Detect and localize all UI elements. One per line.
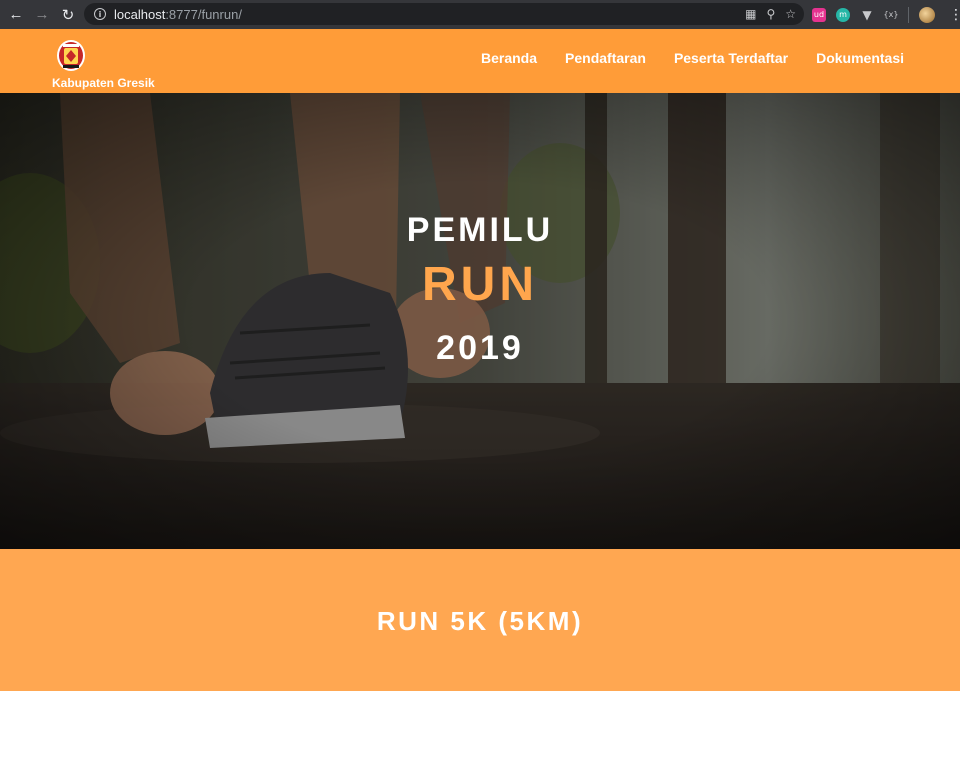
hero-line-year: 2019 (436, 329, 524, 367)
browser-toolbar: ← → ↻ i localhost:8777/funrun/ ▦ ⚲ ☆ ud … (0, 0, 960, 29)
nav-peserta-terdaftar[interactable]: Peserta Terdaftar (674, 50, 788, 66)
url-host: localhost (114, 6, 166, 22)
main-menu: Beranda Pendaftaran Peserta Terdaftar Do… (481, 29, 904, 87)
nav-dokumentasi[interactable]: Dokumentasi (816, 50, 904, 66)
translate-icon[interactable]: ▦ (745, 7, 756, 21)
info-icon[interactable]: i (94, 8, 106, 20)
hero-heading: PEMILU RUN 2019 (0, 93, 960, 549)
url-path: :8777/funrun/ (165, 6, 242, 22)
nav-beranda[interactable]: Beranda (481, 50, 537, 66)
extension-vue-icon[interactable]: ▼ (860, 8, 874, 22)
hero-section: PEMILU RUN 2019 (0, 93, 960, 549)
url-text[interactable]: localhost:8777/funrun/ (114, 7, 242, 22)
brand-name[interactable]: Kabupaten Gresik (52, 76, 155, 90)
extension-ud-icon[interactable]: ud (812, 7, 826, 22)
nav-pendaftaran[interactable]: Pendaftaran (565, 50, 646, 66)
avatar[interactable] (919, 6, 935, 23)
section-title: RUN 5K (5KM) (376, 606, 584, 636)
menu-dots-icon[interactable]: ⋮ (949, 7, 960, 23)
address-bar[interactable]: i localhost:8777/funrun/ ▦ ⚲ ☆ (84, 3, 804, 25)
extension-m-icon[interactable]: m (836, 7, 850, 22)
race-category-section: RUN 5K (5KM) (0, 549, 960, 691)
back-icon[interactable]: ← (3, 0, 29, 29)
extension-bracket-icon[interactable]: {x} (884, 8, 899, 22)
reload-icon[interactable]: ↻ (55, 0, 81, 29)
site-navbar: Kabupaten Gresik Beranda Pendaftaran Pes… (0, 29, 960, 93)
page-body (0, 691, 960, 759)
toolbar-divider (908, 6, 909, 23)
hero-line-pemilu: PEMILU (406, 211, 554, 249)
star-icon[interactable]: ☆ (785, 7, 796, 21)
kpu-logo[interactable] (56, 39, 86, 72)
zoom-icon[interactable]: ⚲ (766, 7, 775, 21)
forward-icon[interactable]: → (29, 0, 55, 29)
hero-line-run: RUN (422, 258, 538, 311)
